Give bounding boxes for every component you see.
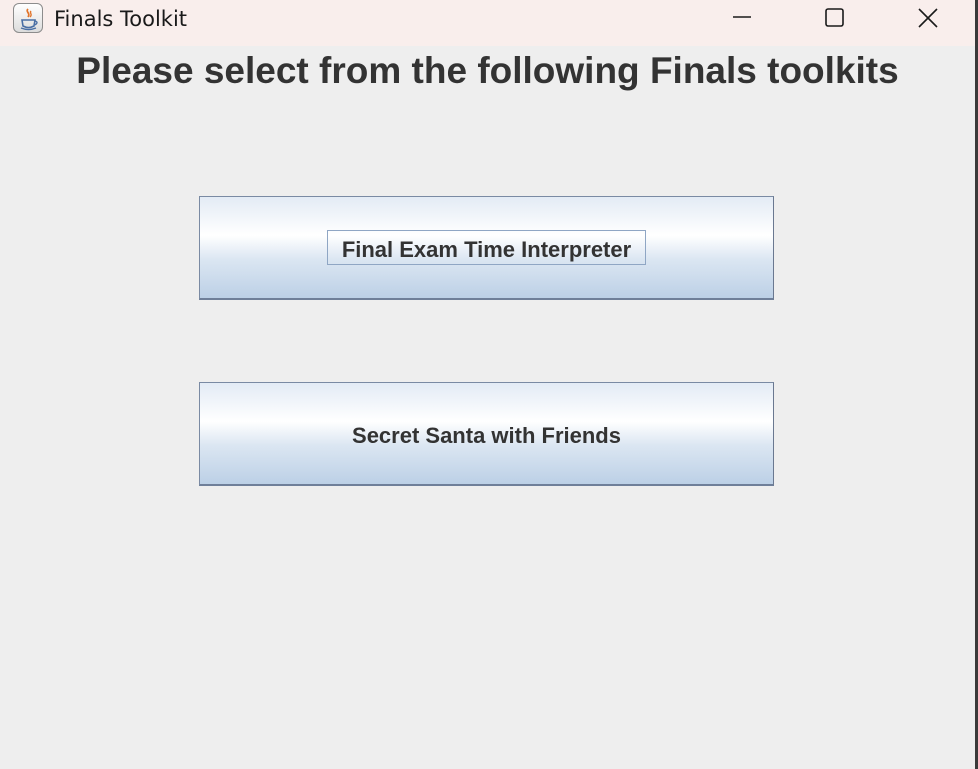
app-window: Finals Toolkit Please select from the fo… (0, 0, 975, 769)
button-label: Secret Santa with Friends (352, 423, 621, 448)
close-icon (918, 8, 938, 28)
title-bar[interactable]: Finals Toolkit (0, 0, 975, 46)
minimize-icon (733, 16, 751, 18)
minimize-button[interactable] (719, 0, 765, 36)
page-heading: Please select from the following Finals … (76, 50, 899, 91)
final-exam-time-interpreter-button[interactable]: Final Exam Time Interpreter (199, 196, 774, 300)
maximize-icon (825, 8, 844, 27)
secret-santa-with-friends-button[interactable]: Secret Santa with Friends (199, 382, 774, 486)
close-button[interactable] (904, 0, 950, 36)
window-title: Finals Toolkit (54, 7, 188, 31)
maximize-button[interactable] (811, 0, 857, 36)
java-cup-icon (13, 3, 43, 33)
button-label: Final Exam Time Interpreter (341, 237, 632, 262)
